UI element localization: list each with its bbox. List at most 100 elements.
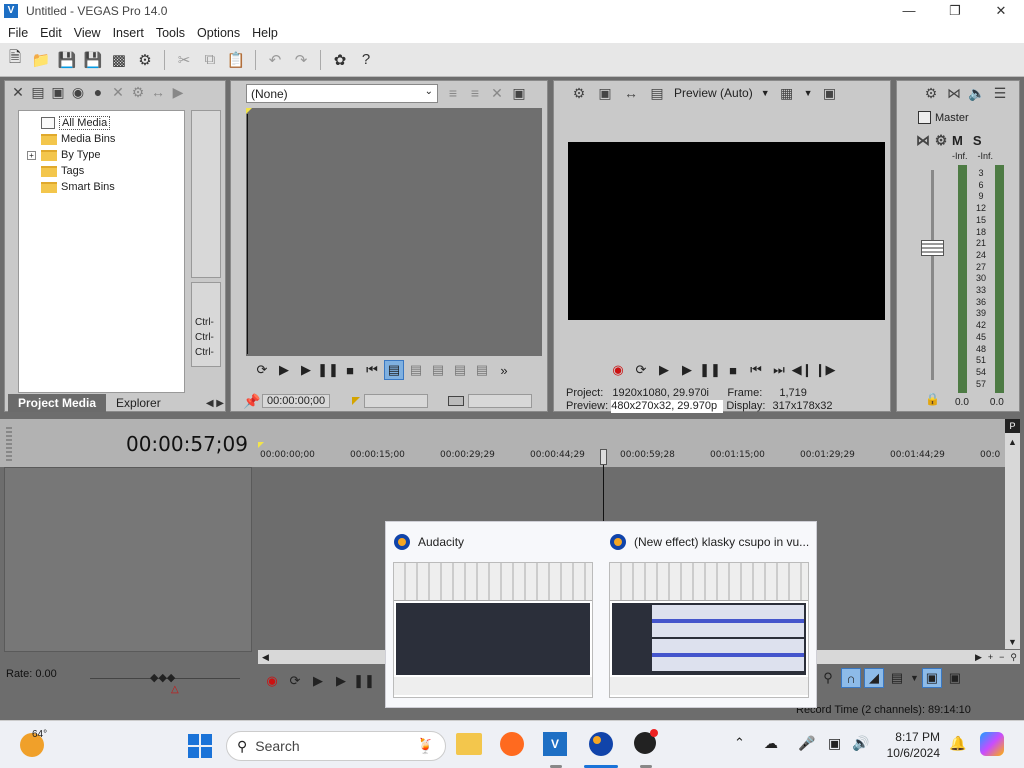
- close-panel-icon[interactable]: ✕: [9, 83, 27, 101]
- tab-scroll-arrows-icon[interactable]: ◀ ▶: [206, 398, 224, 409]
- copilot-icon[interactable]: [980, 732, 1004, 756]
- copy-snapshot-icon[interactable]: ▣: [821, 84, 839, 102]
- copy-icon[interactable]: ⧉: [201, 51, 219, 69]
- pan-icon[interactable]: ⋈: [916, 131, 930, 149]
- master-fx-icon[interactable]: ⚙: [934, 131, 948, 149]
- zoom-tool-icon[interactable]: ⚲: [1007, 652, 1020, 663]
- split-screen-icon[interactable]: ↔: [622, 84, 640, 102]
- firefox-icon[interactable]: [500, 732, 524, 756]
- save-as-icon[interactable]: 💾: [84, 51, 103, 69]
- more-icon[interactable]: »: [494, 360, 514, 380]
- minimize-button[interactable]: —: [886, 0, 932, 22]
- drag-grip[interactable]: [6, 427, 12, 461]
- notifications-bell-icon[interactable]: 🔔: [949, 735, 966, 752]
- chevron-down-icon[interactable]: ▼: [761, 88, 770, 98]
- expand-icon[interactable]: +: [27, 150, 36, 160]
- play-from-start-icon[interactable]: ▶: [274, 360, 294, 380]
- tree-item-tags[interactable]: Tags: [19, 163, 184, 179]
- menu-tools[interactable]: Tools: [150, 26, 191, 40]
- chevron-down-icon[interactable]: ▼: [804, 88, 813, 98]
- pause-icon[interactable]: ❚❚: [353, 671, 375, 691]
- preview-quality-select[interactable]: Preview (Auto): [674, 86, 753, 100]
- scroll-left-icon[interactable]: ◀: [258, 652, 273, 663]
- play-icon[interactable]: ▶: [296, 360, 316, 380]
- redo-icon[interactable]: ↷: [292, 51, 310, 69]
- file-explorer-icon[interactable]: [456, 733, 482, 755]
- zoom-in-icon[interactable]: +: [985, 652, 996, 662]
- import-media-icon[interactable]: ▤: [29, 83, 47, 101]
- show-hidden-icons-chevron-icon[interactable]: ⌃: [734, 735, 745, 751]
- stop-icon[interactable]: ■: [723, 360, 743, 380]
- copy-frame-icon[interactable]: ▣: [510, 84, 528, 102]
- new-file-icon[interactable]: 🗎: [6, 49, 24, 69]
- menu-file[interactable]: File: [2, 26, 34, 40]
- popup-item-new-effect[interactable]: (New effect) klasky csupo in vu...: [610, 534, 809, 550]
- menu-help[interactable]: Help: [246, 26, 284, 40]
- cut-icon[interactable]: ✂: [175, 51, 193, 69]
- properties-gear-icon[interactable]: ⚙: [136, 51, 154, 69]
- effect-brush-icon[interactable]: ✿: [331, 51, 349, 69]
- mark-in-icon[interactable]: [352, 397, 361, 405]
- insert-icon[interactable]: ▤: [428, 360, 448, 380]
- playhead-handle[interactable]: [600, 449, 607, 465]
- record-icon[interactable]: ◉: [608, 360, 628, 380]
- scroll-down-icon[interactable]: ▼: [1005, 637, 1020, 647]
- volume-icon[interactable]: 🔊: [852, 735, 869, 752]
- tab-project-media[interactable]: Project Media: [8, 394, 107, 412]
- play-icon[interactable]: ▶: [331, 671, 351, 691]
- save-icon[interactable]: 💾: [58, 51, 77, 69]
- trimmer-mode-icon[interactable]: ▤: [384, 360, 404, 380]
- tab-explorer[interactable]: Explorer: [106, 396, 171, 410]
- menu-insert[interactable]: Insert: [107, 26, 150, 40]
- microphone-icon[interactable]: 🎤: [798, 735, 815, 752]
- mixer-gear-icon[interactable]: ⚙: [922, 84, 940, 102]
- record-icon[interactable]: ◉: [262, 671, 282, 691]
- maximize-button[interactable]: ❐: [932, 0, 978, 22]
- render-icon[interactable]: ▩: [110, 51, 128, 69]
- tree-item-all-media[interactable]: All Media: [19, 115, 184, 131]
- clear-icon[interactable]: ✕: [488, 84, 506, 102]
- paste-icon[interactable]: 📋: [227, 51, 246, 69]
- loop-icon[interactable]: ⟳: [285, 671, 305, 691]
- scroll-right-icon[interactable]: ▶: [972, 652, 985, 663]
- remove-icon[interactable]: ✕: [109, 83, 127, 101]
- onedrive-icon[interactable]: ☁: [764, 735, 778, 752]
- get-media-icon[interactable]: ◉: [69, 83, 87, 101]
- play-from-start-icon[interactable]: ▶: [308, 671, 328, 691]
- more-arrow-icon[interactable]: ▶: [169, 83, 187, 101]
- loop-icon[interactable]: ⟳: [252, 360, 272, 380]
- audacity-taskbar-icon[interactable]: [589, 732, 613, 759]
- list-icon[interactable]: ≡: [466, 84, 484, 102]
- auto-crossfade-icon[interactable]: ◢: [864, 668, 884, 688]
- abc-icon[interactable]: ≡: [444, 84, 462, 102]
- snapping-magnet-icon[interactable]: ∩: [841, 668, 861, 688]
- go-to-end-icon[interactable]: ⏭: [769, 360, 789, 380]
- vegas-taskbar-icon[interactable]: V: [543, 732, 567, 756]
- clock[interactable]: 8:17 PM 10/6/2024: [884, 729, 940, 761]
- preview-settings-gear-icon[interactable]: ⚙: [570, 84, 588, 102]
- go-to-start-icon[interactable]: ⏮: [746, 360, 766, 380]
- start-button[interactable]: [188, 734, 212, 758]
- tree-item-media-bins[interactable]: Media Bins: [19, 131, 184, 147]
- preview-fx-icon[interactable]: ▤: [648, 84, 666, 102]
- solo-button[interactable]: S: [973, 133, 982, 148]
- web-icon[interactable]: ●: [89, 83, 107, 101]
- add-to-timeline-icon[interactable]: ▤: [406, 360, 426, 380]
- external-monitor-icon[interactable]: ▣: [596, 84, 614, 102]
- menu-options[interactable]: Options: [191, 26, 246, 40]
- go-to-start-icon[interactable]: ⏮: [362, 360, 382, 380]
- tree-item-smart-bins[interactable]: Smart Bins: [19, 179, 184, 195]
- master-fader-handle[interactable]: [921, 240, 944, 256]
- tree-item-by-type[interactable]: + By Type: [19, 147, 184, 163]
- lock-envelopes-icon[interactable]: ▣: [921, 668, 942, 688]
- auto-ripple-icon[interactable]: ▤: [887, 668, 907, 688]
- loop-icon[interactable]: ⟳: [631, 360, 651, 380]
- timeline-pin-icon[interactable]: P: [1005, 419, 1020, 433]
- play-from-start-icon[interactable]: ▶: [654, 360, 674, 380]
- help-icon[interactable]: ?: [357, 51, 375, 69]
- rate-slider-handle[interactable]: ◆◆◆: [150, 671, 175, 684]
- timeline-vscroll[interactable]: P ▲ ▼: [1005, 419, 1020, 649]
- chevron-down-icon[interactable]: ▼: [910, 673, 919, 683]
- mute-button[interactable]: M: [952, 133, 963, 148]
- open-folder-icon[interactable]: 📁: [32, 51, 51, 69]
